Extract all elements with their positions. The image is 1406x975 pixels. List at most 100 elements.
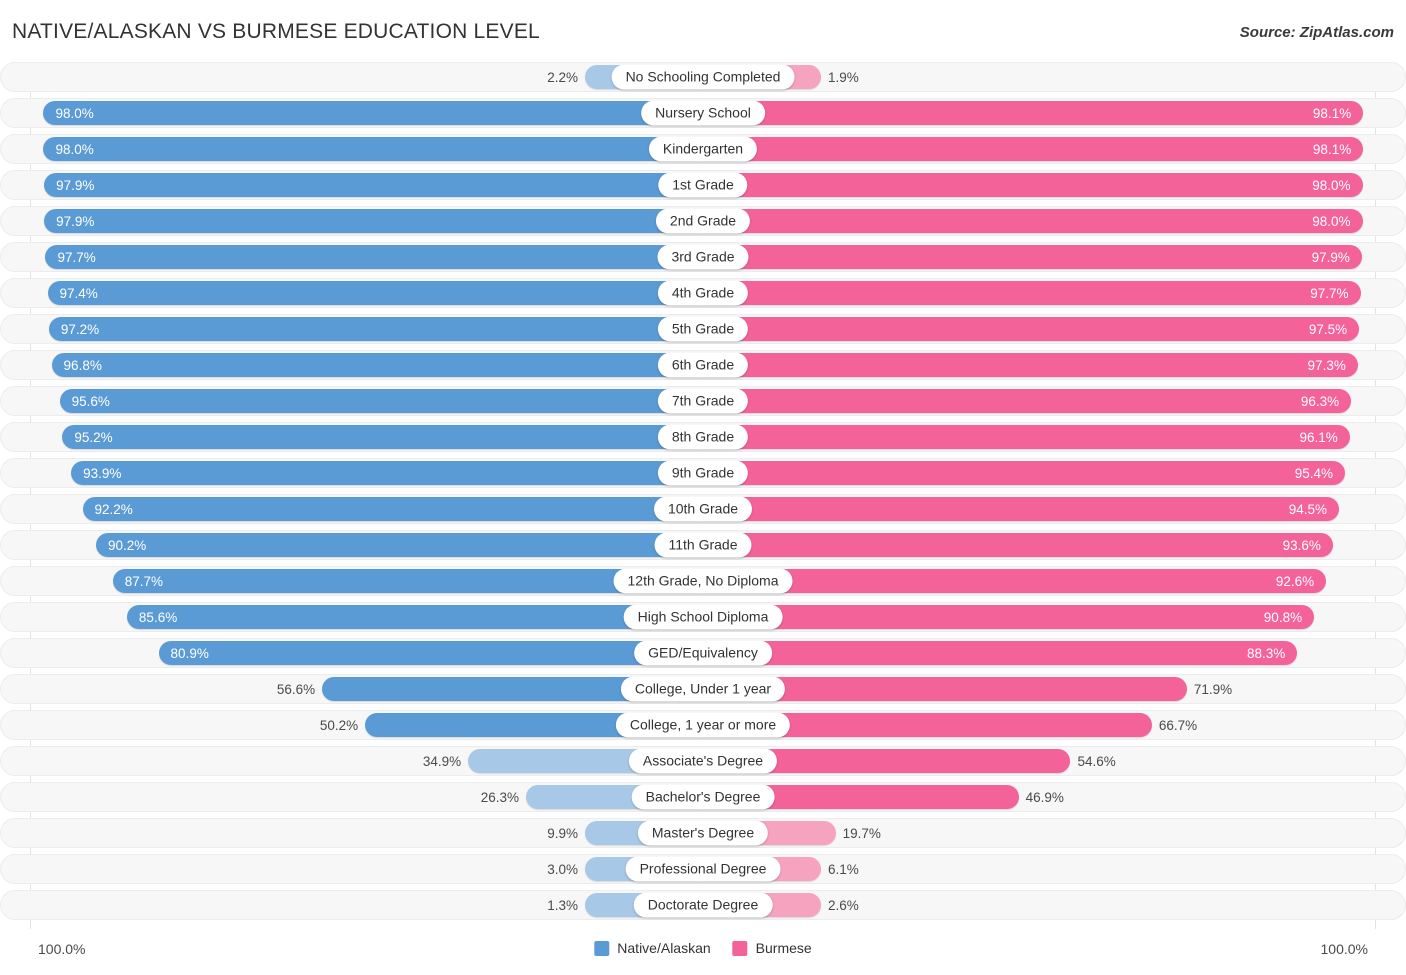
bar-native-alaskan[interactable]: 93.9%	[71, 461, 703, 485]
legend-label: Native/Alaskan	[617, 940, 711, 956]
bar-half-native-alaskan: 98.0%	[31, 137, 703, 161]
category-label: 9th Grade	[657, 460, 749, 486]
bar-half-burmese: 97.9%	[703, 245, 1375, 269]
chart-footer: 100.0% 100.0% Native/Alaskan Burmese	[0, 937, 1406, 967]
bar-half-burmese: 98.0%	[703, 173, 1375, 197]
category-label: GED/Equivalency	[634, 640, 772, 666]
value-native-alaskan: 85.6%	[138, 609, 178, 625]
bar-burmese[interactable]: 97.5%	[703, 317, 1360, 341]
bar-native-alaskan[interactable]: 97.9%	[44, 209, 703, 233]
bar-native-alaskan[interactable]: 92.2%	[82, 497, 703, 521]
table-row[interactable]: 26.3% 46.9% Bachelor's Degree	[0, 782, 1406, 812]
table-row[interactable]: 3.0% 6.1% Professional Degree	[0, 854, 1406, 884]
table-row[interactable]: 97.9% 98.0% 2nd Grade	[0, 206, 1406, 236]
table-row[interactable]: 34.9% 54.6% Associate's Degree	[0, 746, 1406, 776]
bar-half-burmese: 66.7%	[703, 713, 1375, 737]
bar-native-alaskan[interactable]: 90.2%	[95, 533, 703, 557]
bar-burmese[interactable]: 98.1%	[703, 101, 1364, 125]
category-label: 11th Grade	[654, 532, 752, 558]
chart-page: NATIVE/ALASKAN VS BURMESE EDUCATION LEVE…	[0, 0, 1406, 975]
table-row[interactable]: 95.6% 96.3% 7th Grade	[0, 386, 1406, 416]
bar-burmese[interactable]: 98.0%	[703, 173, 1363, 197]
value-burmese: 71.9%	[1193, 681, 1233, 697]
bar-burmese[interactable]: 88.3%	[703, 641, 1298, 665]
value-burmese: 98.0%	[1312, 213, 1351, 229]
chart-legend: Native/Alaskan Burmese	[594, 940, 812, 956]
value-native-alaskan: 9.9%	[547, 825, 578, 841]
legend-item[interactable]: Native/Alaskan	[594, 940, 711, 956]
bar-half-native-alaskan: 9.9%	[31, 821, 703, 845]
bar-burmese[interactable]: 94.5%	[703, 497, 1339, 521]
bar-burmese[interactable]: 92.6%	[703, 569, 1327, 593]
bar-half-native-alaskan: 26.3%	[31, 785, 703, 809]
table-row[interactable]: 93.9% 95.4% 9th Grade	[0, 458, 1406, 488]
table-row[interactable]: 50.2% 66.7% College, 1 year or more	[0, 710, 1406, 740]
bar-half-native-alaskan: 87.7%	[31, 569, 703, 593]
value-native-alaskan: 93.9%	[83, 465, 122, 481]
bar-burmese[interactable]: 98.1%	[703, 137, 1364, 161]
bar-half-burmese: 90.8%	[703, 605, 1375, 629]
bar-native-alaskan[interactable]: 97.7%	[45, 245, 703, 269]
bar-half-native-alaskan: 98.0%	[31, 101, 703, 125]
table-row[interactable]: 96.8% 97.3% 6th Grade	[0, 350, 1406, 380]
value-native-alaskan: 95.6%	[71, 393, 110, 409]
bar-burmese[interactable]: 98.0%	[703, 209, 1363, 233]
bar-native-alaskan[interactable]: 95.6%	[59, 389, 703, 413]
bar-native-alaskan[interactable]: 98.0%	[43, 101, 703, 125]
bar-burmese[interactable]: 93.6%	[703, 533, 1333, 557]
table-row[interactable]: 56.6% 71.9% College, Under 1 year	[0, 674, 1406, 704]
bar-burmese[interactable]: 90.8%	[703, 605, 1315, 629]
table-row[interactable]: 2.2% 1.9% No Schooling Completed	[0, 62, 1406, 92]
value-burmese: 94.5%	[1288, 501, 1327, 517]
bar-burmese[interactable]: 97.7%	[703, 281, 1361, 305]
table-row[interactable]: 97.7% 97.9% 3rd Grade	[0, 242, 1406, 272]
bar-native-alaskan[interactable]: 85.6%	[126, 605, 703, 629]
table-row[interactable]: 92.2% 94.5% 10th Grade	[0, 494, 1406, 524]
value-burmese: 90.8%	[1263, 609, 1303, 625]
bar-native-alaskan[interactable]: 80.9%	[158, 641, 703, 665]
bar-half-native-alaskan: 3.0%	[31, 857, 703, 881]
value-native-alaskan: 97.9%	[56, 177, 95, 193]
table-row[interactable]: 90.2% 93.6% 11th Grade	[0, 530, 1406, 560]
bar-native-alaskan[interactable]: 97.4%	[47, 281, 703, 305]
value-native-alaskan: 95.2%	[74, 429, 113, 445]
bar-native-alaskan[interactable]: 98.0%	[43, 137, 703, 161]
table-row[interactable]: 95.2% 96.1% 8th Grade	[0, 422, 1406, 452]
table-row[interactable]: 1.3% 2.6% Doctorate Degree	[0, 890, 1406, 920]
value-burmese: 96.3%	[1300, 393, 1340, 409]
value-native-alaskan: 1.3%	[547, 897, 578, 913]
value-native-alaskan: 97.7%	[57, 249, 96, 265]
bar-burmese[interactable]: 97.9%	[703, 245, 1362, 269]
table-row[interactable]: 85.6% 90.8% High School Diploma	[0, 602, 1406, 632]
bar-half-native-alaskan: 95.6%	[31, 389, 703, 413]
bar-half-native-alaskan: 97.9%	[31, 209, 703, 233]
table-row[interactable]: 80.9% 88.3% GED/Equivalency	[0, 638, 1406, 668]
table-row[interactable]: 97.4% 97.7% 4th Grade	[0, 278, 1406, 308]
category-label: College, 1 year or more	[615, 712, 791, 738]
value-burmese: 98.0%	[1312, 177, 1351, 193]
table-row[interactable]: 87.7% 92.6% 12th Grade, No Diploma	[0, 566, 1406, 596]
bar-burmese[interactable]: 96.3%	[703, 389, 1352, 413]
bar-burmese[interactable]: 96.1%	[703, 425, 1350, 449]
table-row[interactable]: 97.2% 97.5% 5th Grade	[0, 314, 1406, 344]
bar-native-alaskan[interactable]: 97.2%	[48, 317, 703, 341]
table-row[interactable]: 98.0% 98.1% Kindergarten	[0, 134, 1406, 164]
bar-native-alaskan[interactable]: 97.9%	[44, 173, 703, 197]
table-row[interactable]: 98.0% 98.1% Nursery School	[0, 98, 1406, 128]
axis-max-left: 100.0%	[38, 941, 86, 957]
bar-burmese[interactable]: 95.4%	[703, 461, 1346, 485]
table-row[interactable]: 9.9% 19.7% Master's Degree	[0, 818, 1406, 848]
category-label: Master's Degree	[637, 820, 769, 846]
category-label: 8th Grade	[657, 424, 749, 450]
value-native-alaskan: 50.2%	[319, 717, 359, 733]
bar-burmese[interactable]: 97.3%	[703, 353, 1358, 377]
legend-item[interactable]: Burmese	[732, 940, 812, 956]
bar-native-alaskan[interactable]: 95.2%	[62, 425, 703, 449]
table-row[interactable]: 97.9% 98.0% 1st Grade	[0, 170, 1406, 200]
category-label: No Schooling Completed	[611, 64, 795, 90]
category-label: Nursery School	[641, 100, 765, 126]
bar-native-alaskan[interactable]: 96.8%	[51, 353, 703, 377]
category-label: Associate's Degree	[628, 748, 778, 774]
value-native-alaskan: 97.2%	[60, 321, 100, 337]
chart-header: NATIVE/ALASKAN VS BURMESE EDUCATION LEVE…	[0, 0, 1406, 62]
